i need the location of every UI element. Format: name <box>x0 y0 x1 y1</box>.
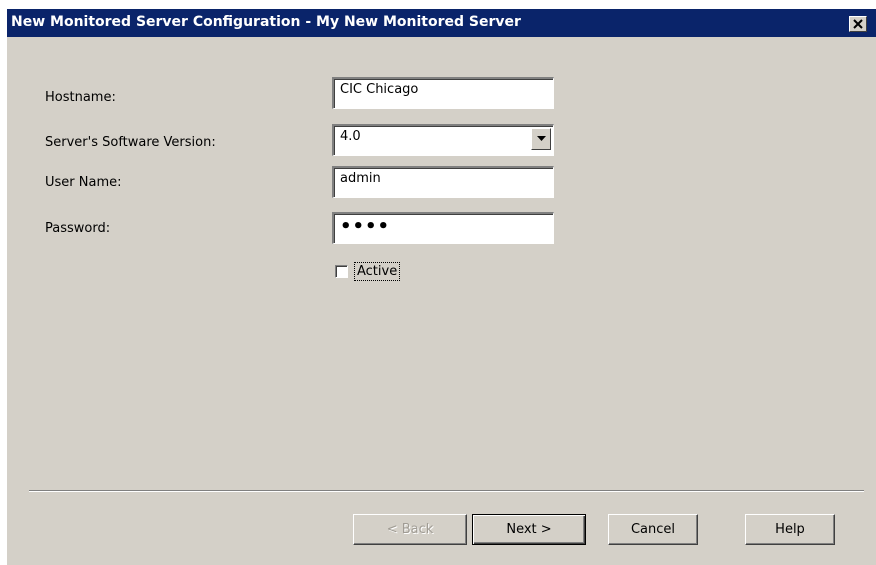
active-label[interactable]: Active <box>354 262 401 281</box>
next-button[interactable]: Next > <box>472 514 586 545</box>
window-title: New Monitored Server Configuration - My … <box>11 14 521 30</box>
close-button[interactable] <box>849 16 867 32</box>
password-input[interactable]: •••• <box>332 212 554 244</box>
cancel-button[interactable]: Cancel <box>608 514 698 545</box>
hostname-label: Hostname: <box>45 90 116 105</box>
active-checkbox-row[interactable]: Active <box>335 262 401 281</box>
separator <box>29 490 864 492</box>
password-label: Password: <box>45 221 111 236</box>
active-checkbox[interactable] <box>335 265 348 278</box>
software-version-select[interactable]: 4.0 <box>332 124 554 156</box>
close-icon <box>853 19 863 29</box>
software-version-value: 4.0 <box>340 129 361 144</box>
chevron-down-icon <box>536 136 546 141</box>
software-version-label: Server's Software Version: <box>45 135 216 150</box>
username-input[interactable]: admin <box>332 166 554 198</box>
back-button[interactable]: < Back <box>353 514 467 545</box>
title-bar[interactable]: New Monitored Server Configuration - My … <box>7 9 876 37</box>
username-label: User Name: <box>45 175 122 190</box>
configuration-dialog: New Monitored Server Configuration - My … <box>7 9 876 565</box>
hostname-input[interactable]: CIC Chicago <box>332 77 554 109</box>
help-button[interactable]: Help <box>745 514 835 545</box>
dropdown-button[interactable] <box>531 128 551 150</box>
